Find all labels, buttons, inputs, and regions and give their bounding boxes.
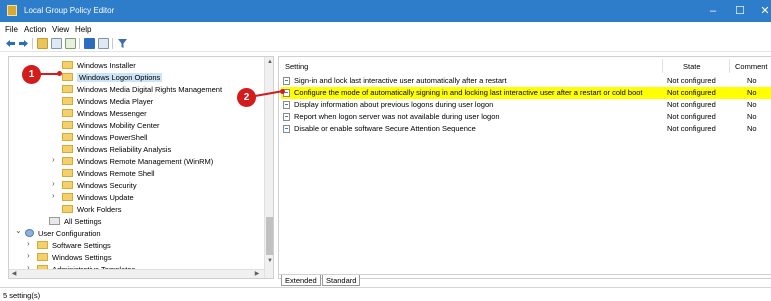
column-header-state[interactable]: State xyxy=(683,62,701,71)
app-icon xyxy=(7,5,17,16)
scroll-up-arrow-icon[interactable]: ▲ xyxy=(266,58,273,67)
properties-icon[interactable] xyxy=(98,38,109,49)
settings-list-pane: Setting State Comment Sign-in and lock l… xyxy=(278,56,771,279)
toolbar-separator xyxy=(79,38,80,49)
toolbar xyxy=(0,36,771,52)
toolbar-separator xyxy=(32,38,33,49)
close-button[interactable]: ✕ xyxy=(750,0,771,22)
toolbar-separator xyxy=(112,38,113,49)
minimize-button[interactable]: – xyxy=(698,0,728,22)
forward-arrow-icon[interactable] xyxy=(18,38,29,49)
tab-extended[interactable]: Extended xyxy=(281,275,321,286)
column-divider[interactable] xyxy=(662,59,663,73)
policy-setting-icon xyxy=(283,125,290,133)
tree-item-windows-media-player[interactable]: Windows Media Player xyxy=(62,96,153,108)
column-divider[interactable] xyxy=(729,59,730,73)
tree-item-windows-installer[interactable]: Windows Installer xyxy=(62,60,136,72)
collapse-chevron-icon[interactable]: ⌄ xyxy=(15,226,22,235)
column-header-comment[interactable]: Comment xyxy=(735,62,768,71)
tree-item-work-folders[interactable]: Work Folders xyxy=(62,204,121,216)
tree-item-windows-messenger[interactable]: Windows Messenger xyxy=(62,108,147,120)
tree-item-windows-remote-management[interactable]: Windows Remote Management (WinRM) xyxy=(62,156,213,168)
menu-action[interactable]: Action xyxy=(24,25,46,34)
tree-item-software-settings[interactable]: Software Settings xyxy=(37,240,111,252)
column-header-setting[interactable]: Setting xyxy=(285,62,308,71)
folder-icon xyxy=(37,253,48,261)
folder-icon xyxy=(62,181,73,189)
title-bar: Local Group Policy Editor – ☐ ✕ xyxy=(0,0,771,22)
setting-row[interactable]: Sign-in and lock last interactive user a… xyxy=(281,75,771,87)
menu-file[interactable]: File xyxy=(5,25,18,34)
tree-item-windows-remote-shell[interactable]: Windows Remote Shell xyxy=(62,168,155,180)
show-hide-tree-icon[interactable] xyxy=(51,38,62,49)
setting-row[interactable]: Disable or enable software Secure Attent… xyxy=(281,123,771,135)
tree-item-windows-update[interactable]: Windows Update xyxy=(62,192,134,204)
folder-icon xyxy=(62,157,73,165)
folder-icon xyxy=(62,133,73,141)
tree-item-windows-powershell[interactable]: Windows PowerShell xyxy=(62,132,147,144)
tree-horizontal-scrollbar[interactable]: ◀ ▶ xyxy=(9,269,264,278)
policy-setting-icon xyxy=(283,101,290,109)
policy-setting-icon xyxy=(283,77,290,85)
window-title: Local Group Policy Editor xyxy=(24,6,115,15)
callout-1-dot xyxy=(57,71,62,76)
tree-item-windows-reliability-analysis[interactable]: Windows Reliability Analysis xyxy=(62,144,171,156)
policy-setting-icon xyxy=(283,113,290,121)
help-icon[interactable] xyxy=(84,38,95,49)
back-arrow-icon[interactable] xyxy=(5,38,16,49)
tree-item-windows-settings[interactable]: Windows Settings xyxy=(37,252,112,264)
folder-icon xyxy=(62,121,73,129)
tree-pane: Windows Installer Windows Logon Options … xyxy=(8,56,274,279)
scroll-left-arrow-icon[interactable]: ◀ xyxy=(10,270,18,278)
expand-chevron-icon[interactable]: › xyxy=(27,239,30,248)
expand-chevron-icon[interactable]: › xyxy=(52,179,55,188)
folder-icon xyxy=(62,61,73,69)
tree-item-windows-security[interactable]: Windows Security xyxy=(62,180,137,192)
scroll-down-arrow-icon[interactable]: ▼ xyxy=(266,257,273,266)
filter-icon[interactable] xyxy=(117,38,128,49)
view-tabs: Extended Standard xyxy=(278,274,771,286)
user-icon xyxy=(25,229,34,237)
menu-view[interactable]: View xyxy=(52,25,69,34)
callout-1-badge: 1 xyxy=(22,65,41,84)
status-bar: 5 setting(s) xyxy=(0,287,771,301)
setting-row[interactable]: Report when logon server was not availab… xyxy=(281,111,771,123)
menu-bar: File Action View Help xyxy=(0,22,771,36)
scroll-right-arrow-icon[interactable]: ▶ xyxy=(253,270,261,278)
setting-row[interactable]: Display information about previous logon… xyxy=(281,99,771,111)
status-text: 5 setting(s) xyxy=(3,291,41,300)
folder-icon xyxy=(62,193,73,201)
setting-row-highlighted[interactable]: Configure the mode of automatically sign… xyxy=(281,87,771,99)
folder-icon xyxy=(37,241,48,249)
tree-item-windows-mobility-center[interactable]: Windows Mobility Center xyxy=(62,120,160,132)
tree-item-windows-logon-options[interactable]: Windows Logon Options xyxy=(62,72,163,84)
callout-2-dot xyxy=(280,89,285,94)
export-list-icon[interactable] xyxy=(65,38,76,49)
tree-item-windows-media-drm[interactable]: Windows Media Digital Rights Management xyxy=(62,84,222,96)
folder-icon xyxy=(62,97,73,105)
folder-icon xyxy=(62,109,73,117)
tab-standard[interactable]: Standard xyxy=(322,275,361,286)
tree-scroll-thumb[interactable] xyxy=(266,217,273,255)
folder-icon xyxy=(62,73,73,81)
expand-chevron-icon[interactable]: › xyxy=(27,251,30,260)
folder-icon xyxy=(62,205,73,213)
settings-icon xyxy=(49,217,60,225)
tree-item-all-settings[interactable]: All Settings xyxy=(49,216,102,228)
folder-icon xyxy=(62,169,73,177)
folder-icon xyxy=(62,85,73,93)
expand-chevron-icon[interactable]: › xyxy=(52,155,55,164)
callout-2-badge: 2 xyxy=(237,88,256,107)
up-folder-icon[interactable] xyxy=(37,38,48,49)
tree-vertical-scrollbar[interactable]: ▲ ▼ xyxy=(264,57,273,278)
folder-icon xyxy=(62,145,73,153)
tree-item-user-configuration[interactable]: User Configuration xyxy=(25,228,101,240)
expand-chevron-icon[interactable]: › xyxy=(52,191,55,200)
menu-help[interactable]: Help xyxy=(75,25,91,34)
